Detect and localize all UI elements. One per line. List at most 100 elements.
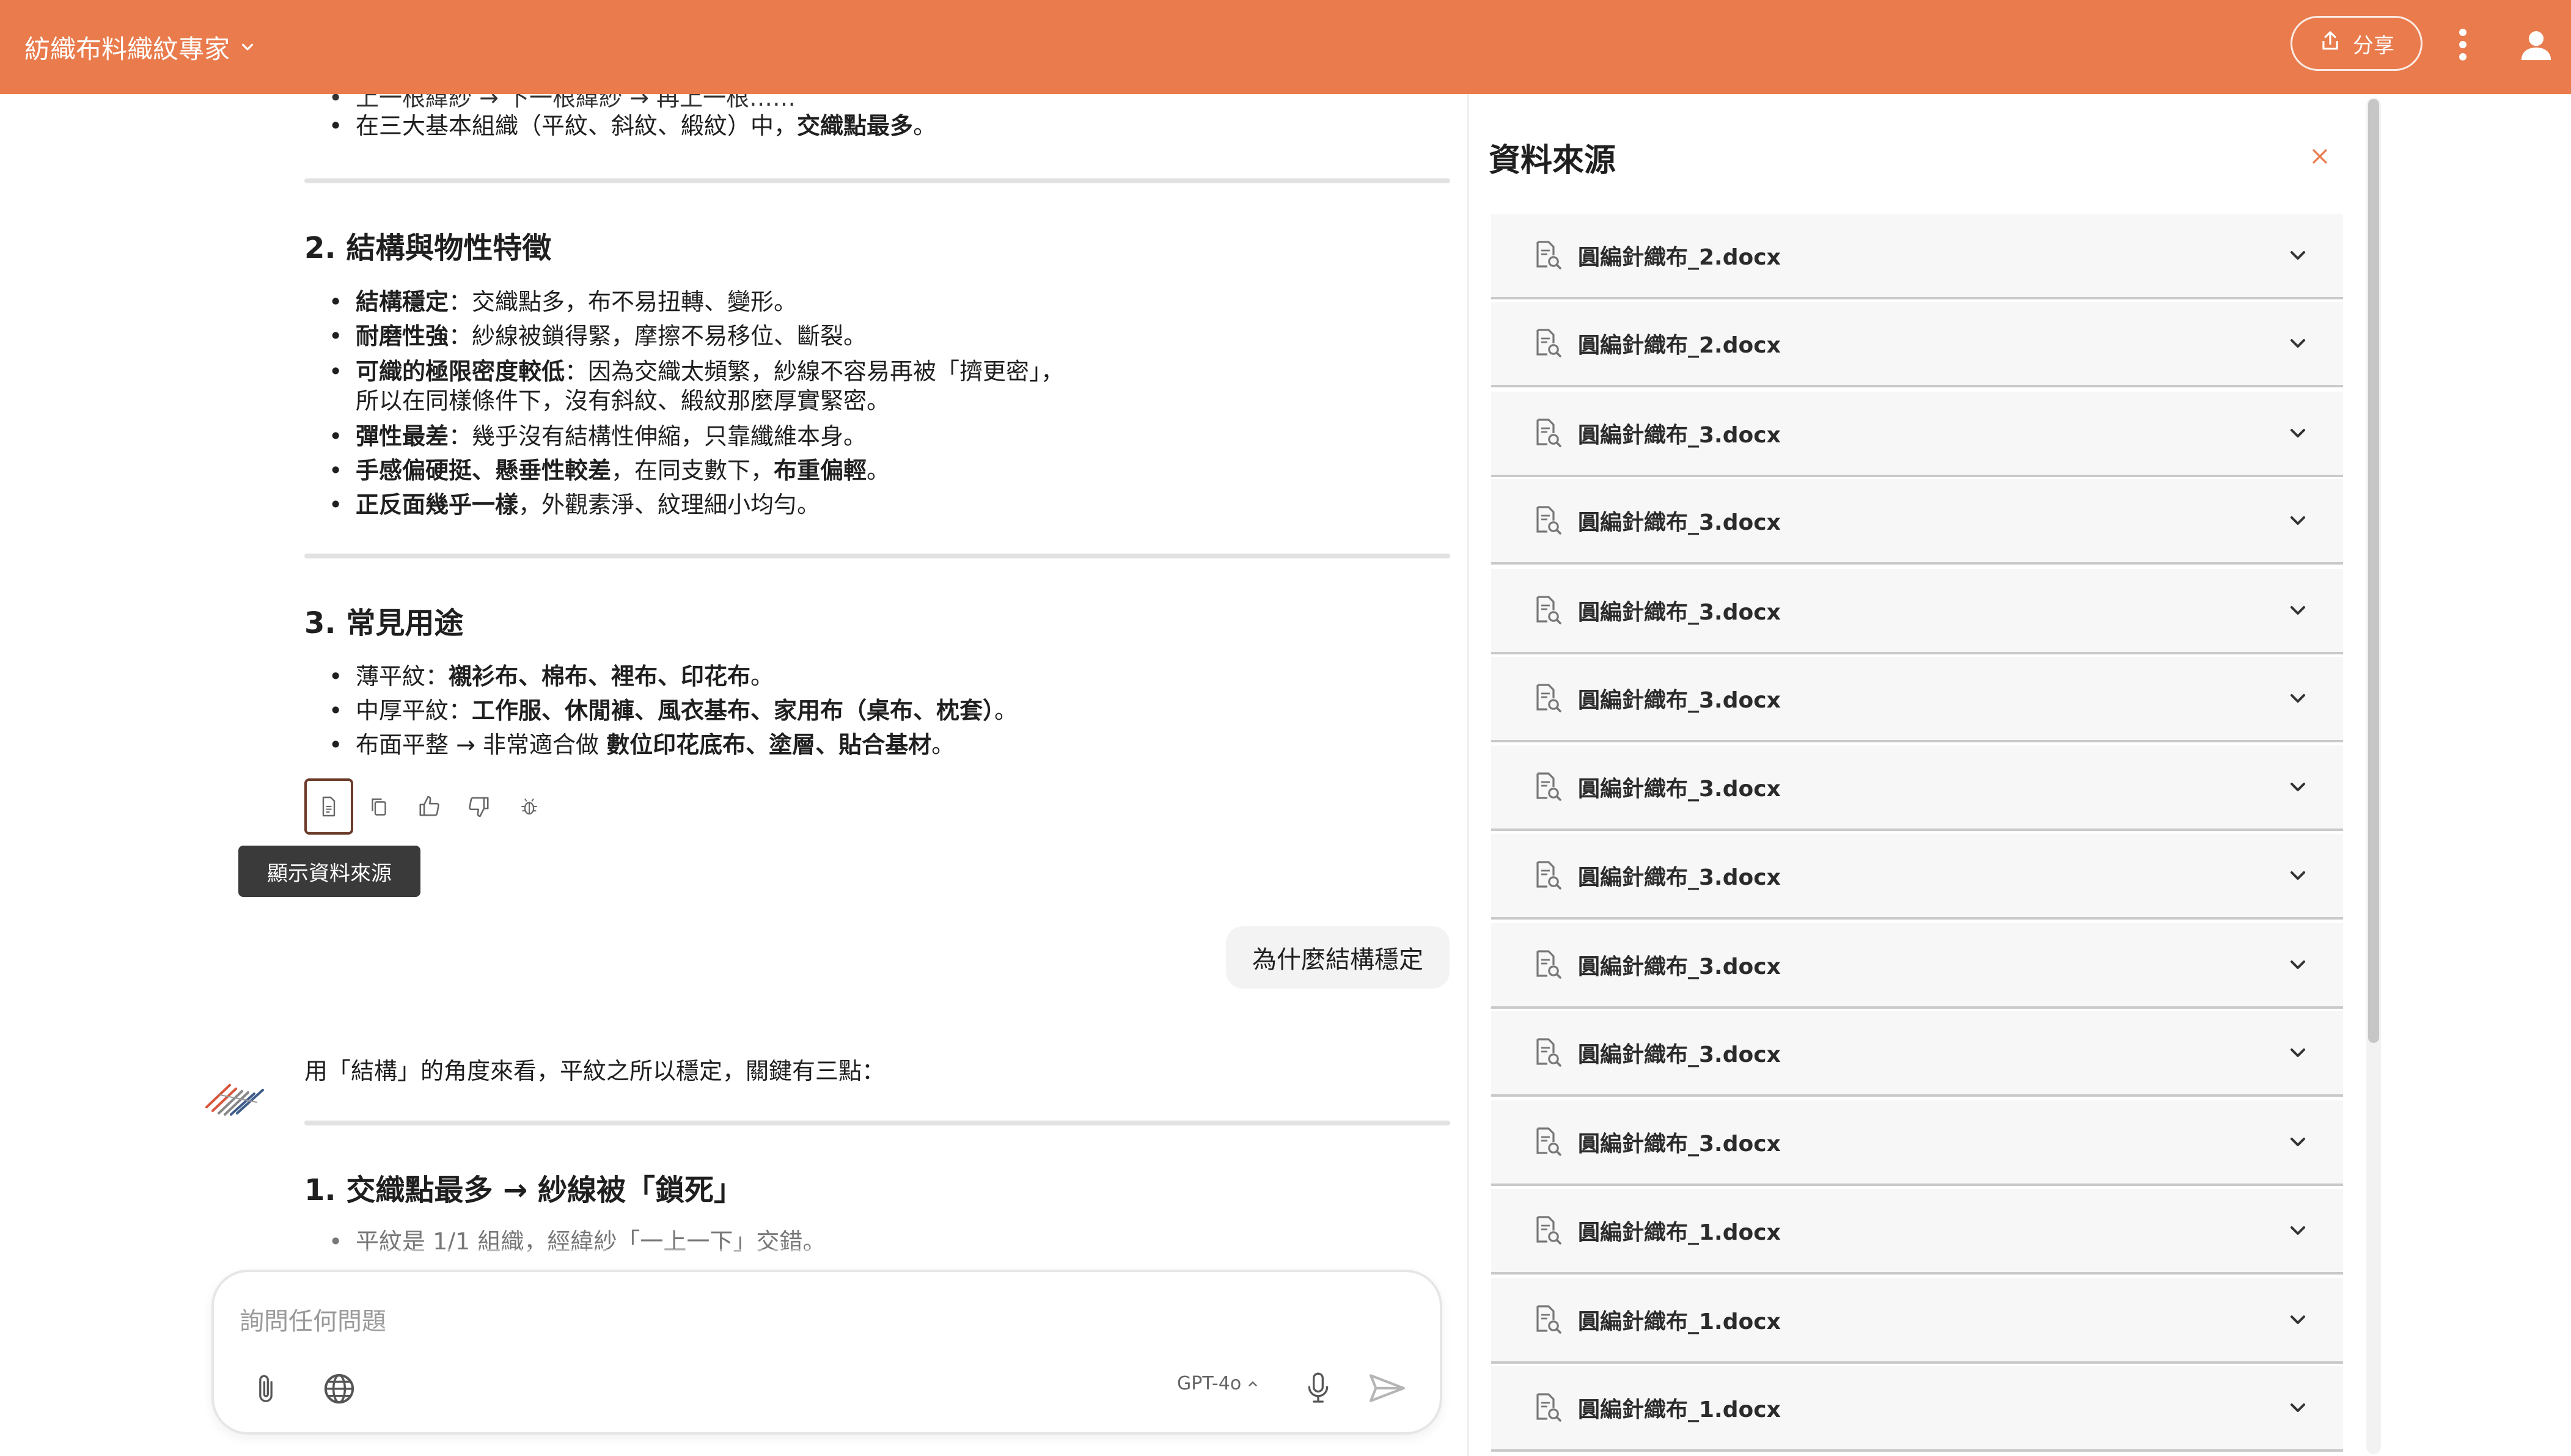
source-item[interactable]: 圓編針織布_3.docx xyxy=(1491,392,2343,477)
sources-panel: 資料來源 圓編針織布_2.docx 圓編針織布_2.docx 圓編針織布_3.d… xyxy=(1469,94,2571,1456)
document-search-icon xyxy=(1533,771,1562,805)
structure-properties-list: 結構穩定：交織點多，布不易扭轉、變形。 耐磨性強：紗線被鎖得緊，摩擦不易移位、斷… xyxy=(304,285,1450,522)
app-title: 紡織布料織紋專家 xyxy=(24,34,230,64)
divider xyxy=(304,1121,1450,1125)
source-item[interactable]: 圓編針織布_3.docx xyxy=(1491,1100,2343,1186)
message-actions xyxy=(304,778,555,835)
list-item: 手感偏硬挺、懸垂性較差，在同支數下，布重偏輕。 xyxy=(304,453,1450,488)
chevron-up-icon xyxy=(1249,1381,1257,1386)
share-label: 分享 xyxy=(2353,33,2394,58)
source-item[interactable]: 圓編針織布_2.docx xyxy=(1491,302,2343,387)
report-bug-button[interactable] xyxy=(505,778,554,835)
section-heading: 3. 常見用途 xyxy=(304,606,464,640)
bug-icon xyxy=(521,798,537,815)
attach-button[interactable] xyxy=(244,1367,287,1410)
document-search-icon xyxy=(1533,949,1562,983)
document-search-icon xyxy=(1533,505,1562,539)
send-icon xyxy=(1370,1374,1405,1402)
document-search-icon xyxy=(1533,860,1562,894)
document-search-icon xyxy=(1533,1304,1562,1338)
chevron-down-icon[interactable] xyxy=(2286,686,2310,713)
chevron-down-icon[interactable] xyxy=(2286,1130,2310,1157)
chevron-down-icon[interactable] xyxy=(2286,863,2310,890)
list-item: 布面平整 → 非常適合做 數位印花底布、塗層、貼合基材。 xyxy=(304,728,1450,762)
thumbs-down-button[interactable] xyxy=(455,778,504,835)
divider xyxy=(304,178,1450,183)
chevron-down-icon[interactable] xyxy=(2286,1308,2310,1334)
document-search-icon xyxy=(1533,1392,1562,1426)
source-item[interactable]: 圓編針織布_3.docx xyxy=(1491,923,2343,1009)
chevron-down-icon[interactable] xyxy=(2286,421,2310,448)
list-item: 在三大基本組織（平紋、斜紋、緞紋）中，交織點最多。 xyxy=(304,109,1450,143)
list-item: 可織的極限密度較低：因為交織太頻繁，紗線不容易再被「擠更密」，所以在同樣條件下，… xyxy=(304,357,1450,415)
source-filename: 圓編針織布_2.docx xyxy=(1578,245,1781,270)
divider xyxy=(304,554,1450,558)
share-icon xyxy=(2319,29,2342,58)
voice-input-button[interactable] xyxy=(1297,1364,1340,1413)
source-item[interactable]: 圓編針織布_3.docx xyxy=(1491,569,2343,654)
assistant-avatar xyxy=(202,1059,269,1127)
section-heading: 1. 交織點最多 → 紗線被「鎖死」 xyxy=(304,1173,743,1207)
chevron-down-icon xyxy=(238,32,257,62)
source-item[interactable]: 圓編針織布_3.docx xyxy=(1491,657,2343,742)
list-item: 中厚平紋：工作服、休閒褲、風衣基布、家用布（桌布、枕套）。 xyxy=(304,693,1450,728)
globe-icon xyxy=(324,1374,354,1404)
list-item: 薄平紋：襯衫布、棉布、裡布、印花布。 xyxy=(304,659,1450,693)
source-item[interactable]: 圓編針織布_1.docx xyxy=(1491,1278,2343,1364)
sources-panel-title: 資料來源 xyxy=(1489,142,1616,179)
source-item[interactable]: 圓編針織布_3.docx xyxy=(1491,1011,2343,1097)
chevron-down-icon[interactable] xyxy=(2286,508,2310,535)
model-selector[interactable]: GPT-4o xyxy=(1177,1373,1260,1394)
thumbs-up-icon xyxy=(419,796,439,816)
list-item: 正反面幾乎一樣，外觀素淨、紋理細小均勻。 xyxy=(304,488,1450,522)
source-item[interactable]: 圓編針織布_1.docx xyxy=(1491,1366,2343,1452)
more-options-button[interactable] xyxy=(2451,24,2475,67)
web-search-button[interactable] xyxy=(318,1367,361,1410)
copy-button[interactable] xyxy=(354,778,403,835)
source-filename: 圓編針織布_3.docx xyxy=(1578,688,1781,713)
chevron-down-icon[interactable] xyxy=(2286,598,2310,625)
close-sources-button[interactable] xyxy=(2301,138,2338,175)
chevron-down-icon[interactable] xyxy=(2286,1396,2310,1422)
close-icon xyxy=(2312,149,2327,164)
chevron-down-icon[interactable] xyxy=(2286,775,2310,802)
document-search-icon xyxy=(1533,682,1562,717)
paperclip-icon xyxy=(259,1375,273,1402)
chevron-down-icon[interactable] xyxy=(2286,331,2310,358)
chevron-down-icon[interactable] xyxy=(2286,953,2310,979)
chevron-down-icon[interactable] xyxy=(2286,1218,2310,1245)
chevron-down-icon[interactable] xyxy=(2286,243,2310,270)
source-filename: 圓編針織布_1.docx xyxy=(1578,1309,1781,1334)
show-sources-tooltip: 顯示資料來源 xyxy=(238,846,420,897)
share-button[interactable]: 分享 xyxy=(2290,16,2422,71)
list-item: 彈性最差：幾乎沒有結構性伸縮，只靠纖維本身。 xyxy=(304,419,1450,453)
source-item[interactable]: 圓編針織布_1.docx xyxy=(1491,1189,2343,1275)
user-account-button[interactable] xyxy=(2512,22,2561,71)
message-input[interactable] xyxy=(238,1297,1280,1347)
sources-scrollbar-thumb[interactable] xyxy=(2368,99,2379,1043)
document-search-icon xyxy=(1533,327,1562,362)
document-search-icon xyxy=(1533,1215,1562,1249)
message-block: 在三大基本組織（平紋、斜紋、緞紋）中，交織點最多。 xyxy=(304,109,1450,143)
source-filename: 圓編針織布_2.docx xyxy=(1578,333,1781,358)
source-filename: 圓編針織布_3.docx xyxy=(1578,954,1781,979)
source-filename: 圓編針織布_1.docx xyxy=(1578,1220,1781,1245)
app-title-dropdown[interactable]: 紡織布料織紋專家 xyxy=(24,0,257,94)
document-search-icon xyxy=(1533,1037,1562,1071)
source-item[interactable]: 圓編針織布_3.docx xyxy=(1491,479,2343,565)
source-filename: 圓編針織布_3.docx xyxy=(1578,510,1781,535)
section-heading: 2. 結構與物性特徵 xyxy=(304,231,552,265)
microphone-icon xyxy=(1308,1372,1329,1403)
send-button[interactable] xyxy=(1363,1366,1412,1410)
common-uses-list: 薄平紋：襯衫布、棉布、裡布、印花布。 中厚平紋：工作服、休閒褲、風衣基布、家用布… xyxy=(304,659,1450,762)
list-item: 耐磨性強：紗線被鎖得緊，摩擦不易移位、斷裂。 xyxy=(304,319,1450,353)
chevron-down-icon[interactable] xyxy=(2286,1041,2310,1067)
show-sources-button[interactable] xyxy=(304,778,353,835)
thumbs-up-button[interactable] xyxy=(405,778,453,835)
source-item[interactable]: 圓編針織布_2.docx xyxy=(1491,214,2343,299)
source-item[interactable]: 圓編針織布_3.docx xyxy=(1491,745,2343,831)
top-header: 紡織布料織紋專家 分享 xyxy=(0,0,2571,94)
source-filename: 圓編針織布_3.docx xyxy=(1578,600,1781,625)
document-search-icon xyxy=(1533,594,1562,629)
source-item[interactable]: 圓編針織布_3.docx xyxy=(1491,834,2343,920)
